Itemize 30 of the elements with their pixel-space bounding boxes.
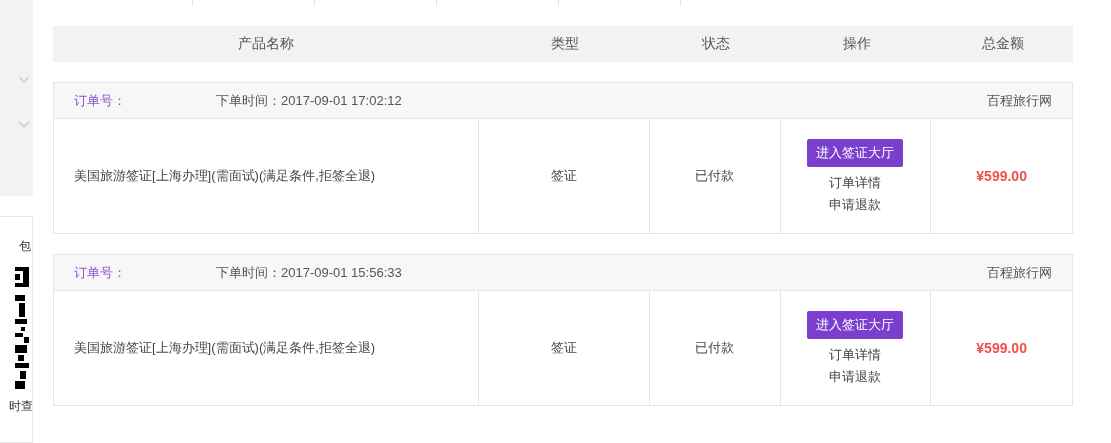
chevron-down-icon[interactable] [18, 121, 30, 128]
order-status: 已付款 [695, 167, 735, 185]
order-link[interactable]: 订单详情 [829, 173, 882, 192]
total-amount: ¥599.00 [976, 340, 1027, 356]
total-amount: ¥599.00 [976, 168, 1027, 184]
product-name: 美国旅游签证[上海办理](需面试)(满足条件,拒签全退) [74, 167, 376, 185]
qr-code-icon [15, 267, 29, 392]
visa-hall-button[interactable]: 进入签证大厅 [807, 138, 904, 167]
order-link[interactable]: 申请退款 [829, 195, 882, 214]
supplier-name: 百程旅行网 [987, 263, 1052, 282]
order-link[interactable]: 申请退款 [829, 367, 882, 386]
order-number-label: 订单号： [74, 263, 126, 282]
chevron-down-icon[interactable] [18, 76, 30, 83]
visa-hall-button[interactable]: 进入签证大厅 [807, 310, 904, 339]
column-header: 类型 [549, 35, 580, 53]
column-header: 状态 [700, 35, 731, 53]
order-type: 签证 [551, 167, 577, 185]
order-type: 签证 [551, 339, 577, 357]
column-header: 操作 [841, 35, 872, 53]
column-header: 总金额 [980, 35, 1025, 53]
order-time: 下单时间：2017-09-01 17:02:12 [216, 91, 402, 110]
card-text: 时查 [9, 399, 32, 414]
order-time: 下单时间：2017-09-01 15:56:33 [216, 263, 402, 282]
order-number-label: 订单号： [74, 91, 126, 110]
order-link[interactable]: 订单详情 [829, 345, 882, 364]
order-status: 已付款 [695, 339, 735, 357]
product-name: 美国旅游签证[上海办理](需面试)(满足条件,拒签全退) [74, 339, 376, 357]
column-header: 产品名称 [237, 35, 295, 53]
card-text: 包 [19, 239, 31, 254]
supplier-name: 百程旅行网 [987, 91, 1052, 110]
